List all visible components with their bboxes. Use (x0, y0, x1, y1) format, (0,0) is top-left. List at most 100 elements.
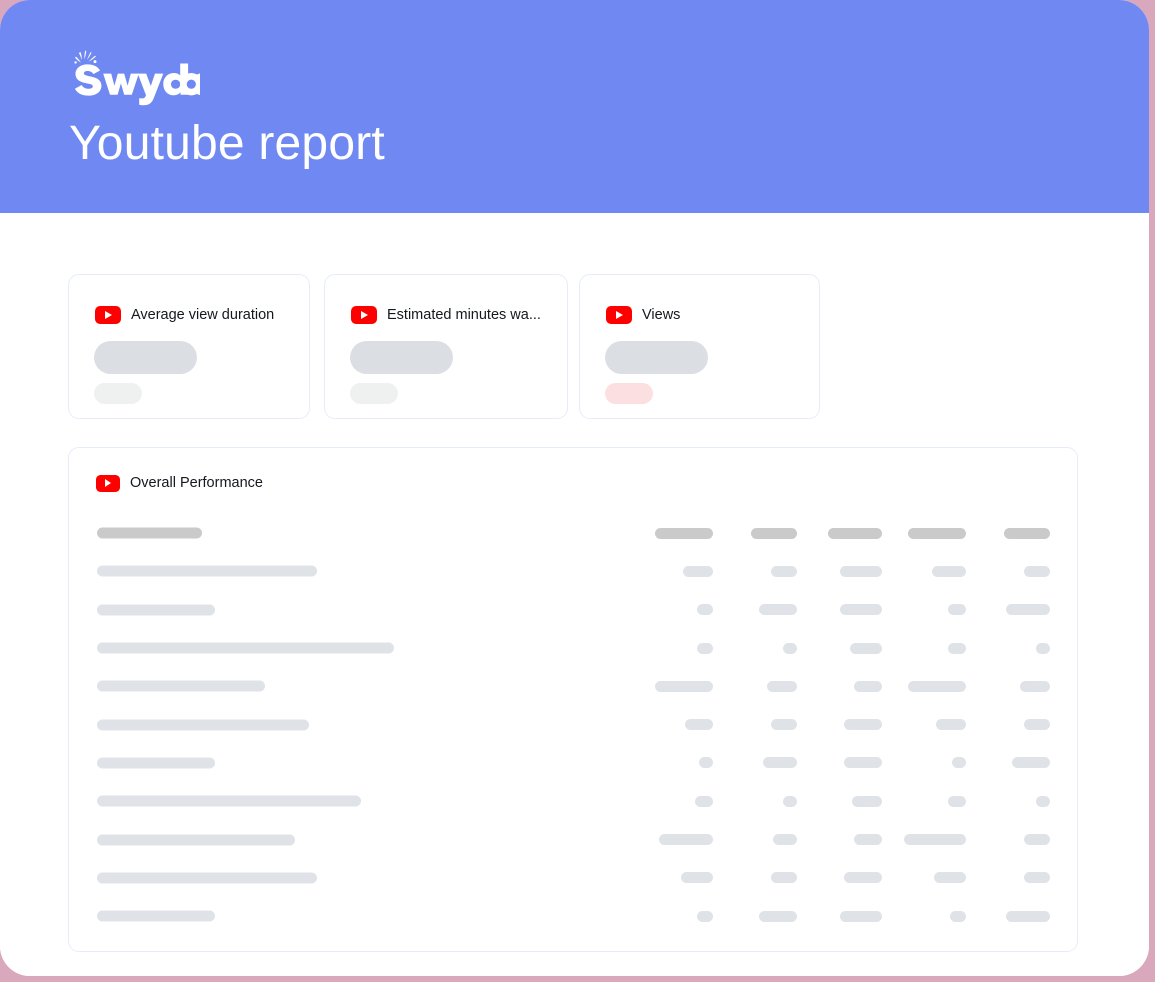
cell-value-placeholder (771, 719, 798, 731)
row-cells (629, 514, 1051, 552)
table-cell (713, 897, 798, 935)
cell-value-placeholder (655, 680, 714, 692)
row-label-placeholder (97, 527, 202, 539)
row-cells (629, 629, 1051, 667)
table-cell (797, 667, 882, 705)
row-cells (629, 782, 1051, 820)
table-cell (797, 859, 882, 897)
cell-value-placeholder (771, 565, 798, 577)
table-row (69, 552, 1077, 590)
cell-value-placeholder (763, 757, 798, 769)
cell-value-placeholder (947, 795, 966, 807)
cell-value-placeholder (839, 565, 882, 577)
cell-value-placeholder (751, 527, 798, 539)
table-cell (966, 629, 1051, 667)
cell-value-placeholder (1020, 680, 1051, 692)
table-cell (882, 591, 966, 629)
table-cell (966, 705, 1051, 743)
table-cell (882, 667, 966, 705)
table-cell (966, 859, 1051, 897)
cell-value-placeholder (697, 910, 714, 922)
row-label-placeholder (97, 680, 265, 692)
cell-value-placeholder (947, 642, 966, 654)
cell-value-placeholder (783, 795, 798, 807)
kpi-card-title: Average view duration (131, 307, 275, 323)
cell-value-placeholder (759, 604, 798, 616)
table-cell (713, 514, 798, 552)
table-cell (629, 514, 714, 552)
table-cell (713, 591, 798, 629)
report-banner: Youtube report (0, 0, 1149, 213)
cell-value-placeholder (853, 834, 882, 846)
overall-performance-title: Overall Performance (130, 475, 263, 491)
row-label-placeholder (97, 565, 317, 577)
kpi-card-header: Average view duration (95, 306, 274, 324)
cell-value-placeholder (951, 757, 966, 769)
table-cell (797, 782, 882, 820)
table-header-row (69, 514, 1077, 552)
cell-value-placeholder (839, 910, 882, 922)
cell-value-placeholder (699, 757, 714, 769)
row-cells (629, 859, 1051, 897)
table-cell (882, 782, 966, 820)
cell-value-placeholder (933, 872, 966, 884)
cell-value-placeholder (935, 719, 966, 731)
table-cell (797, 629, 882, 667)
row-label-placeholder (97, 795, 361, 807)
table-row (69, 897, 1077, 935)
table-row (69, 820, 1077, 858)
table-cell (966, 667, 1051, 705)
table-cell (966, 591, 1051, 629)
cell-value-placeholder (843, 719, 882, 731)
cell-value-placeholder (1024, 872, 1051, 884)
table-cell (797, 514, 882, 552)
row-cells (629, 552, 1051, 590)
cell-value-placeholder (697, 642, 714, 654)
table-cell (966, 820, 1051, 858)
cell-value-placeholder (773, 834, 798, 846)
swydo-logo (70, 50, 200, 106)
cell-value-placeholder (851, 795, 882, 807)
table-cell (882, 552, 966, 590)
table-cell (797, 705, 882, 743)
cell-value-placeholder (697, 604, 714, 616)
cell-value-placeholder (1006, 910, 1051, 922)
table-cell (713, 782, 798, 820)
table-cell (629, 667, 714, 705)
youtube-icon (95, 306, 121, 324)
cell-value-placeholder (681, 872, 714, 884)
row-cells (629, 591, 1051, 629)
kpi-card-views[interactable]: Views (579, 274, 820, 419)
row-label-placeholder (97, 872, 317, 884)
kpi-card-average-view-duration[interactable]: Average view duration (68, 274, 310, 419)
cell-value-placeholder (659, 834, 714, 846)
table-row (69, 859, 1077, 897)
cell-value-placeholder (1012, 757, 1051, 769)
kpi-card-estimated-minutes-watched[interactable]: Estimated minutes wa... (324, 274, 568, 419)
table-cell (882, 744, 966, 782)
table-row (69, 629, 1077, 667)
table-cell (882, 859, 966, 897)
table-cell (629, 859, 714, 897)
cell-value-placeholder (1024, 834, 1051, 846)
table-row (69, 667, 1077, 705)
kpi-delta-placeholder (94, 383, 142, 404)
table-cell (629, 820, 714, 858)
cell-value-placeholder (843, 872, 882, 884)
cell-value-placeholder (849, 642, 882, 654)
table-cell (882, 897, 966, 935)
overall-performance-panel[interactable]: Overall Performance (68, 447, 1078, 952)
cell-value-placeholder (1024, 719, 1051, 731)
page-title: Youtube report (69, 117, 385, 170)
cell-value-placeholder (683, 565, 714, 577)
table-cell (882, 629, 966, 667)
table-cell (882, 820, 966, 858)
kpi-value-placeholder (94, 341, 197, 374)
kpi-delta-placeholder (605, 383, 653, 404)
cell-value-placeholder (1004, 527, 1051, 539)
table-cell (713, 629, 798, 667)
row-label-placeholder (97, 757, 215, 769)
table-cell (797, 820, 882, 858)
table-cell (713, 859, 798, 897)
table-cell (629, 591, 714, 629)
